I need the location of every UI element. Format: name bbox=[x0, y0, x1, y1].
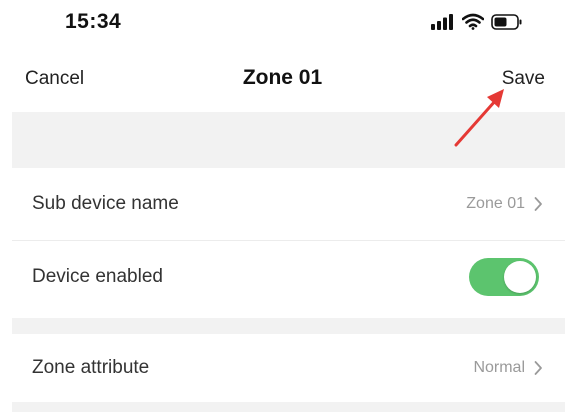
sub-device-name-row[interactable]: Sub device name Zone 01 bbox=[12, 168, 565, 240]
page-title: Zone 01 bbox=[242, 66, 323, 89]
zone-attribute-value: Normal bbox=[473, 359, 525, 376]
cancel-button[interactable]: Cancel bbox=[25, 68, 84, 90]
sub-device-name-value: Zone 01 bbox=[466, 195, 525, 212]
status-bar: 15:34 bbox=[0, 0, 565, 46]
save-button[interactable]: Save bbox=[502, 68, 545, 90]
signal-icon bbox=[431, 13, 453, 30]
section-gap bbox=[12, 318, 565, 334]
wifi-icon bbox=[462, 13, 484, 30]
device-enabled-toggle[interactable] bbox=[469, 258, 539, 296]
device-enabled-row: Device enabled bbox=[12, 241, 565, 313]
status-time: 15:34 bbox=[65, 10, 122, 33]
zone-attribute-row[interactable]: Zone attribute Normal bbox=[12, 334, 565, 402]
status-icons bbox=[431, 13, 523, 30]
sub-device-name-label: Sub device name bbox=[32, 193, 179, 214]
battery-icon bbox=[491, 13, 522, 30]
nav-bar: Cancel Zone 01 Save bbox=[0, 46, 565, 110]
chevron-right-icon bbox=[534, 197, 542, 211]
chevron-right-icon bbox=[534, 361, 542, 375]
device-enabled-label: Device enabled bbox=[32, 266, 163, 287]
section-gap bbox=[12, 402, 565, 412]
section-gap bbox=[12, 112, 565, 168]
toggle-knob bbox=[504, 261, 536, 293]
zone-attribute-label: Zone attribute bbox=[32, 357, 150, 378]
